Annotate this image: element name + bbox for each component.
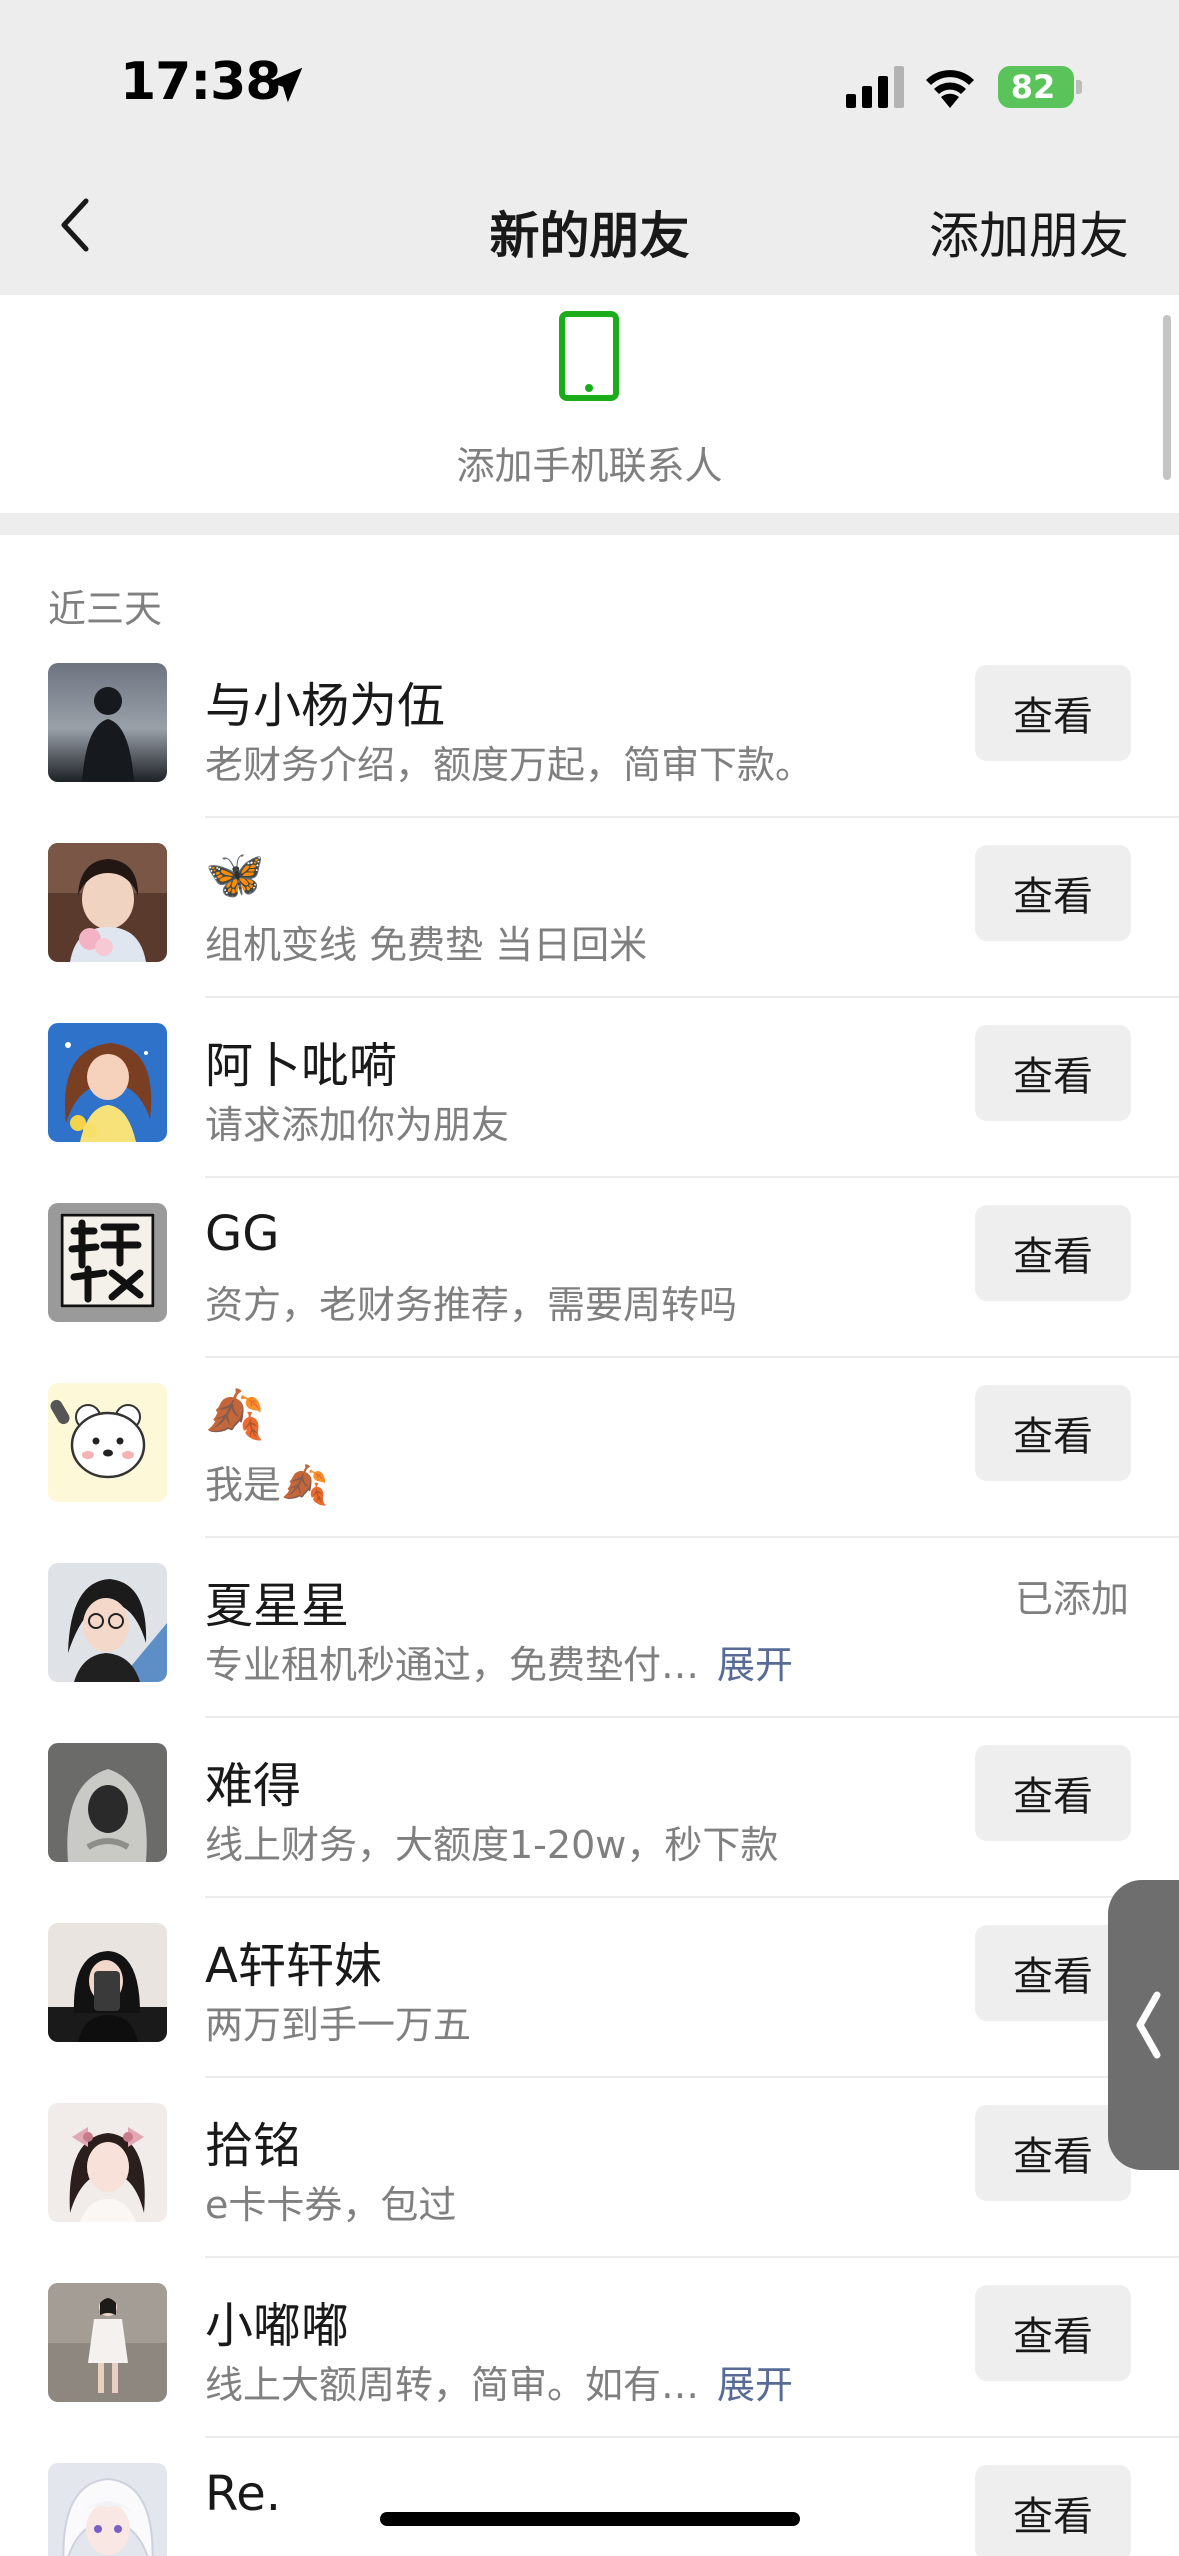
friend-name: 与小杨为伍	[205, 678, 446, 734]
avatar[interactable]	[48, 1743, 167, 1862]
expand-link[interactable]: 展开	[717, 1643, 793, 1687]
friend-request-row[interactable]: 难得线上财务，大额度1-20w，秒下款 查看	[0, 1718, 1179, 1898]
add-phone-contacts-label: 添加手机联系人	[456, 444, 723, 488]
avatar[interactable]	[48, 1203, 167, 1322]
add-phone-contacts[interactable]: 添加手机联系人	[0, 295, 1179, 513]
scroll-indicator	[1163, 315, 1171, 480]
signal-icon	[846, 66, 904, 108]
chevron-left-icon	[1136, 1991, 1161, 2059]
request-message: 专业租机秒通过，免费垫付… 展开	[205, 1634, 793, 1689]
section-header-recent: 近三天	[48, 587, 163, 631]
home-indicator	[380, 2512, 800, 2526]
request-message-text: 线上大额周转，简审。如有…	[205, 2363, 700, 2407]
status-bar: 17:38 82	[0, 0, 1179, 160]
request-message-text: 我是🍂	[205, 1463, 329, 1507]
friend-name: 阿卜吡嗬	[205, 1038, 398, 1094]
request-message: 组机变线 免费垫 当日回米	[205, 914, 647, 969]
friend-name: 夏星星	[205, 1578, 350, 1634]
back-button[interactable]	[40, 190, 110, 260]
view-button[interactable]: 查看	[975, 845, 1131, 941]
avatar[interactable]	[48, 2103, 167, 2222]
request-message: 老财务介绍，额度万起，简审下款。	[205, 734, 813, 789]
avatar[interactable]	[48, 1563, 167, 1682]
friend-name: 🦋	[205, 847, 265, 903]
request-message-text: 老财务介绍，额度万起，简审下款。	[205, 743, 814, 787]
friend-name: A轩轩妹	[205, 1938, 382, 1994]
request-message-text: 线上财务，大额度1-20w，秒下款	[205, 1823, 779, 1867]
friend-request-row[interactable]: A轩轩妹 两万到手一万五 查看	[0, 1898, 1179, 2078]
chevron-left-icon	[61, 198, 89, 252]
friend-request-row[interactable]: 小嘟嘟线上大额周转，简审。如有… 展开 查看	[0, 2258, 1179, 2438]
friend-name: Re.	[205, 2466, 281, 2522]
friend-request-row[interactable]: 🍂 我是🍂 查看	[0, 1358, 1179, 1538]
friend-name: 难得	[205, 1758, 302, 1814]
view-button[interactable]: 查看	[975, 2465, 1131, 2556]
battery-icon: 82	[998, 66, 1082, 108]
section-gap	[0, 513, 1179, 535]
battery-level: 82	[1010, 68, 1056, 106]
avatar[interactable]	[48, 1023, 167, 1142]
friend-name: GG	[205, 1206, 280, 1262]
side-drawer-handle[interactable]	[1108, 1880, 1179, 2170]
request-message-text: e卡卡券，包过	[205, 2183, 457, 2227]
request-message-text: 组机变线 免费垫 当日回米	[205, 923, 648, 967]
phone-icon	[559, 311, 619, 401]
avatar[interactable]	[48, 663, 167, 782]
view-button[interactable]: 查看	[975, 1745, 1131, 1841]
request-message: 资方，老财务推荐，需要周转吗	[205, 1274, 737, 1329]
friend-request-row[interactable]: 拾铭 e卡卡券，包过 查看	[0, 2078, 1179, 2258]
status-time: 17:38	[120, 52, 282, 112]
friend-request-row[interactable]: 夏星星专业租机秒通过，免费垫付… 展开 已添加	[0, 1538, 1179, 1718]
avatar[interactable]	[48, 843, 167, 962]
request-message-text: 请求添加你为朋友	[205, 1103, 510, 1147]
view-button[interactable]: 查看	[975, 1385, 1131, 1481]
request-message: e卡卡券，包过	[205, 2174, 456, 2229]
request-message-text: 专业租机秒通过，免费垫付…	[205, 1643, 700, 1687]
request-message-text: 两万到手一万五	[205, 2003, 472, 2047]
friend-request-row[interactable]: 与小杨为伍老财务介绍，额度万起，简审下款。 查看	[0, 638, 1179, 818]
nav-bar: 新的朋友 添加朋友	[0, 160, 1179, 295]
request-message: 线上大额周转，简审。如有… 展开	[205, 2354, 793, 2409]
view-button[interactable]: 查看	[975, 1025, 1131, 1121]
friend-request-row[interactable]: GG 资方，老财务推荐，需要周转吗 查看	[0, 1178, 1179, 1358]
request-message-text: 资方，老财务推荐，需要周转吗	[205, 1283, 738, 1327]
view-button[interactable]: 查看	[975, 1205, 1131, 1301]
expand-link[interactable]: 展开	[717, 2363, 793, 2407]
add-friend-button[interactable]: 添加朋友	[929, 196, 1129, 268]
avatar[interactable]	[48, 2463, 167, 2556]
added-status: 已添加	[1014, 1577, 1129, 1621]
avatar[interactable]	[48, 1923, 167, 2042]
wifi-icon	[926, 70, 974, 108]
friend-name: 小嘟嘟	[205, 2298, 350, 2354]
location-arrow-icon	[267, 67, 303, 103]
friend-request-row[interactable]: 阿卜吡嗬请求添加你为朋友 查看	[0, 998, 1179, 1178]
friend-name: 拾铭	[205, 2118, 302, 2174]
friend-request-row[interactable]: Re. 查看	[0, 2438, 1179, 2556]
view-button[interactable]: 查看	[975, 2285, 1131, 2381]
request-message: 线上财务，大额度1-20w，秒下款	[205, 1814, 778, 1869]
avatar[interactable]	[48, 1383, 167, 1502]
friend-request-row[interactable]: 🦋 组机变线 免费垫 当日回米 查看	[0, 818, 1179, 998]
request-message: 两万到手一万五	[205, 1994, 471, 2049]
request-message: 请求添加你为朋友	[205, 1094, 509, 1149]
view-button[interactable]: 查看	[975, 665, 1131, 761]
avatar[interactable]	[48, 2283, 167, 2402]
friend-name: 🍂	[205, 1387, 265, 1443]
request-message: 我是🍂	[205, 1454, 328, 1509]
